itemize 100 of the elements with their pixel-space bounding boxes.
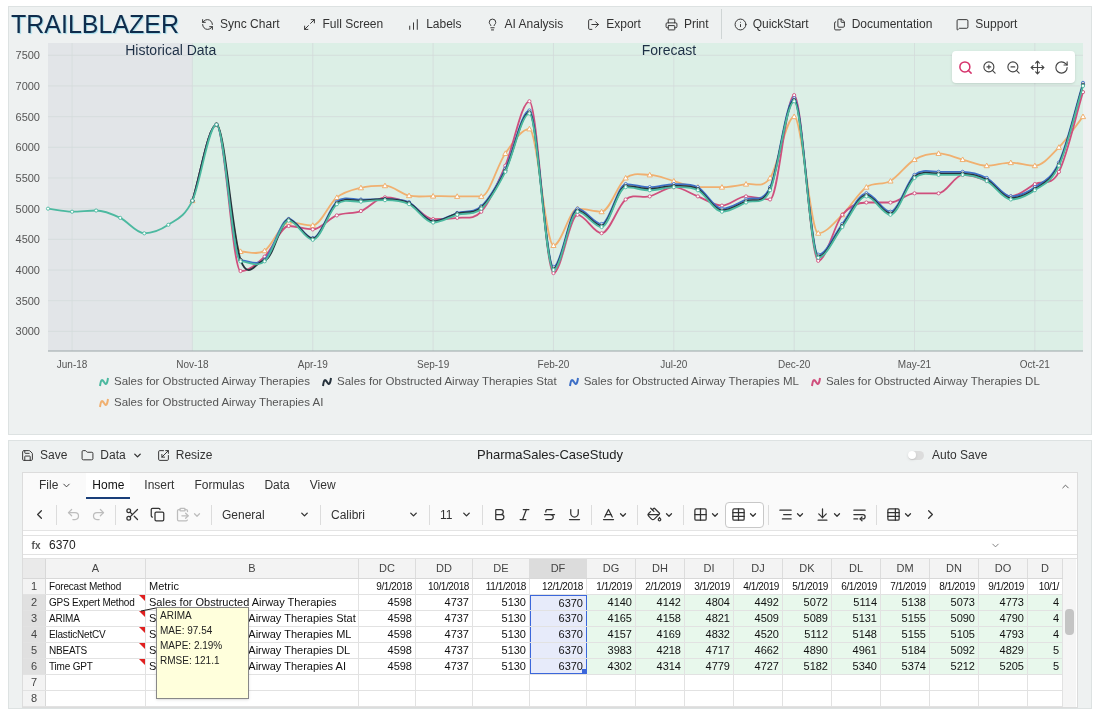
table-cell: 4790: [979, 611, 1028, 626]
table-cell: 4: [1028, 627, 1063, 642]
table-cell: 5205: [979, 659, 1028, 674]
formula-label: fx: [30, 538, 42, 553]
x-tick-label: Jul-20: [660, 359, 688, 370]
table-cell: 5138: [881, 595, 930, 610]
x-tick-label: Oct-21: [1019, 359, 1050, 370]
table-cell: 11/1/2018: [473, 579, 530, 594]
table-cell: 4520: [734, 627, 783, 642]
table-cell: 4737: [416, 643, 473, 658]
table-cell: 4829: [979, 643, 1028, 658]
comment-text: MAE: 97.54: [160, 625, 214, 637]
table-cell: 4737: [416, 627, 473, 642]
table-cell: 10/1/2018: [416, 579, 473, 594]
table-cell: 5: [1028, 659, 1063, 674]
table-cell: 4314: [636, 659, 685, 674]
cell-text: ARIMA: [49, 612, 80, 626]
comment-text: RMSE: 121.1: [160, 655, 221, 667]
table-cell: 5092: [930, 643, 979, 658]
table-cell: 4158: [636, 611, 685, 626]
cell-text: Airway Therapies AI: [248, 659, 346, 674]
table-cell: 5184: [881, 643, 930, 658]
y-tick-label: 5500: [15, 172, 40, 184]
table-cell: 4157: [587, 627, 636, 642]
y-tick-label: 4000: [15, 264, 40, 276]
table-cell: 4302: [587, 659, 636, 674]
table-cell: 6370: [530, 627, 587, 642]
table-cell: 4598: [359, 595, 416, 610]
y-tick-label: 7000: [15, 79, 40, 92]
table-cell: 4717: [685, 643, 734, 658]
table-cell: 4: [1028, 595, 1063, 610]
table-cell: 4737: [416, 611, 473, 626]
table-cell: 4773: [979, 595, 1028, 610]
table-cell: 4598: [359, 627, 416, 642]
table-cell: 4/1/2019: [734, 579, 783, 594]
cell-text: Time GPT: [49, 660, 93, 674]
cell-text: ElasticNetCV: [49, 628, 106, 642]
table-cell: 4832: [685, 627, 734, 642]
table-cell: 4509: [734, 611, 783, 626]
table-cell: 4779: [685, 659, 734, 674]
table-cell: 5114: [832, 595, 881, 610]
table-cell: 12/1/2018: [530, 579, 587, 594]
table-cell: 6/1/2019: [832, 579, 881, 594]
region-label: Historical Data: [125, 42, 217, 58]
table-cell: 5072: [783, 595, 832, 610]
cell-text: S: [149, 659, 157, 674]
table-cell: 4737: [416, 659, 473, 674]
comment-text: ARIMA: [160, 610, 193, 622]
table-cell: 3/1/2019: [685, 579, 734, 594]
y-tick-label: 7500: [15, 49, 40, 62]
table-cell: 4662: [734, 643, 783, 658]
comment-text: MAPE: 2.19%: [160, 640, 224, 652]
table-cell: 4961: [832, 643, 881, 658]
table-cell: 4: [1028, 611, 1063, 626]
table-cell: 4169: [636, 627, 685, 642]
y-tick-label: 6500: [15, 110, 40, 123]
table-cell: 4140: [587, 595, 636, 610]
table-cell: 5148: [832, 627, 881, 642]
x-tick-label: Apr-19: [297, 359, 328, 370]
cell-text: S: [149, 611, 157, 626]
y-tick-label: 6000: [15, 141, 40, 154]
x-tick-label: Dec-20: [778, 359, 811, 370]
table-cell: 6370: [530, 659, 587, 674]
region-label: Forecast: [641, 42, 697, 58]
table-cell: 4804: [685, 595, 734, 610]
table-cell: 4598: [359, 659, 416, 674]
table-cell: 5/1/2019: [783, 579, 832, 594]
table-cell: 5112: [783, 627, 832, 642]
table-cell: 5090: [930, 611, 979, 626]
table-cell: 5073: [930, 595, 979, 610]
table-cell: 9/1/2019: [979, 579, 1028, 594]
document-title: PharmaSales-CaseStudy: [477, 446, 623, 465]
table-cell: 5155: [881, 611, 930, 626]
table-cell: 1/1/2019: [587, 579, 636, 594]
table-cell: 5212: [930, 659, 979, 674]
table-cell: 4492: [734, 595, 783, 610]
cell-text: Airway Therapies DL: [248, 643, 351, 658]
x-tick-label: Nov-18: [176, 359, 209, 370]
x-tick-label: Sep-19: [417, 359, 450, 370]
table-cell: 5131: [832, 611, 881, 626]
y-tick-label: 3500: [15, 294, 40, 307]
table-cell: 5182: [783, 659, 832, 674]
table-cell: 4218: [636, 643, 685, 658]
table-cell: 4727: [734, 659, 783, 674]
table-cell: 8/1/2019: [930, 579, 979, 594]
table-cell: 5155: [881, 627, 930, 642]
x-tick-label: May-21: [897, 359, 932, 370]
table-cell: 5: [1028, 643, 1063, 658]
toggle-label: Auto Save: [932, 447, 988, 464]
table-cell: 3983: [587, 643, 636, 658]
cell-text: S: [149, 627, 157, 642]
logo: TRAILBLAZER: [11, 11, 180, 37]
table-cell: 6370: [530, 643, 587, 658]
cell-text: Forecast Method: [49, 580, 122, 594]
y-tick-label: 5000: [15, 202, 40, 215]
x-tick-label: Jun-18: [56, 359, 88, 370]
table-cell: 4890: [783, 643, 832, 658]
table-cell: 4598: [359, 611, 416, 626]
table-cell: 7/1/2019: [881, 579, 930, 594]
table-cell: 4821: [685, 611, 734, 626]
